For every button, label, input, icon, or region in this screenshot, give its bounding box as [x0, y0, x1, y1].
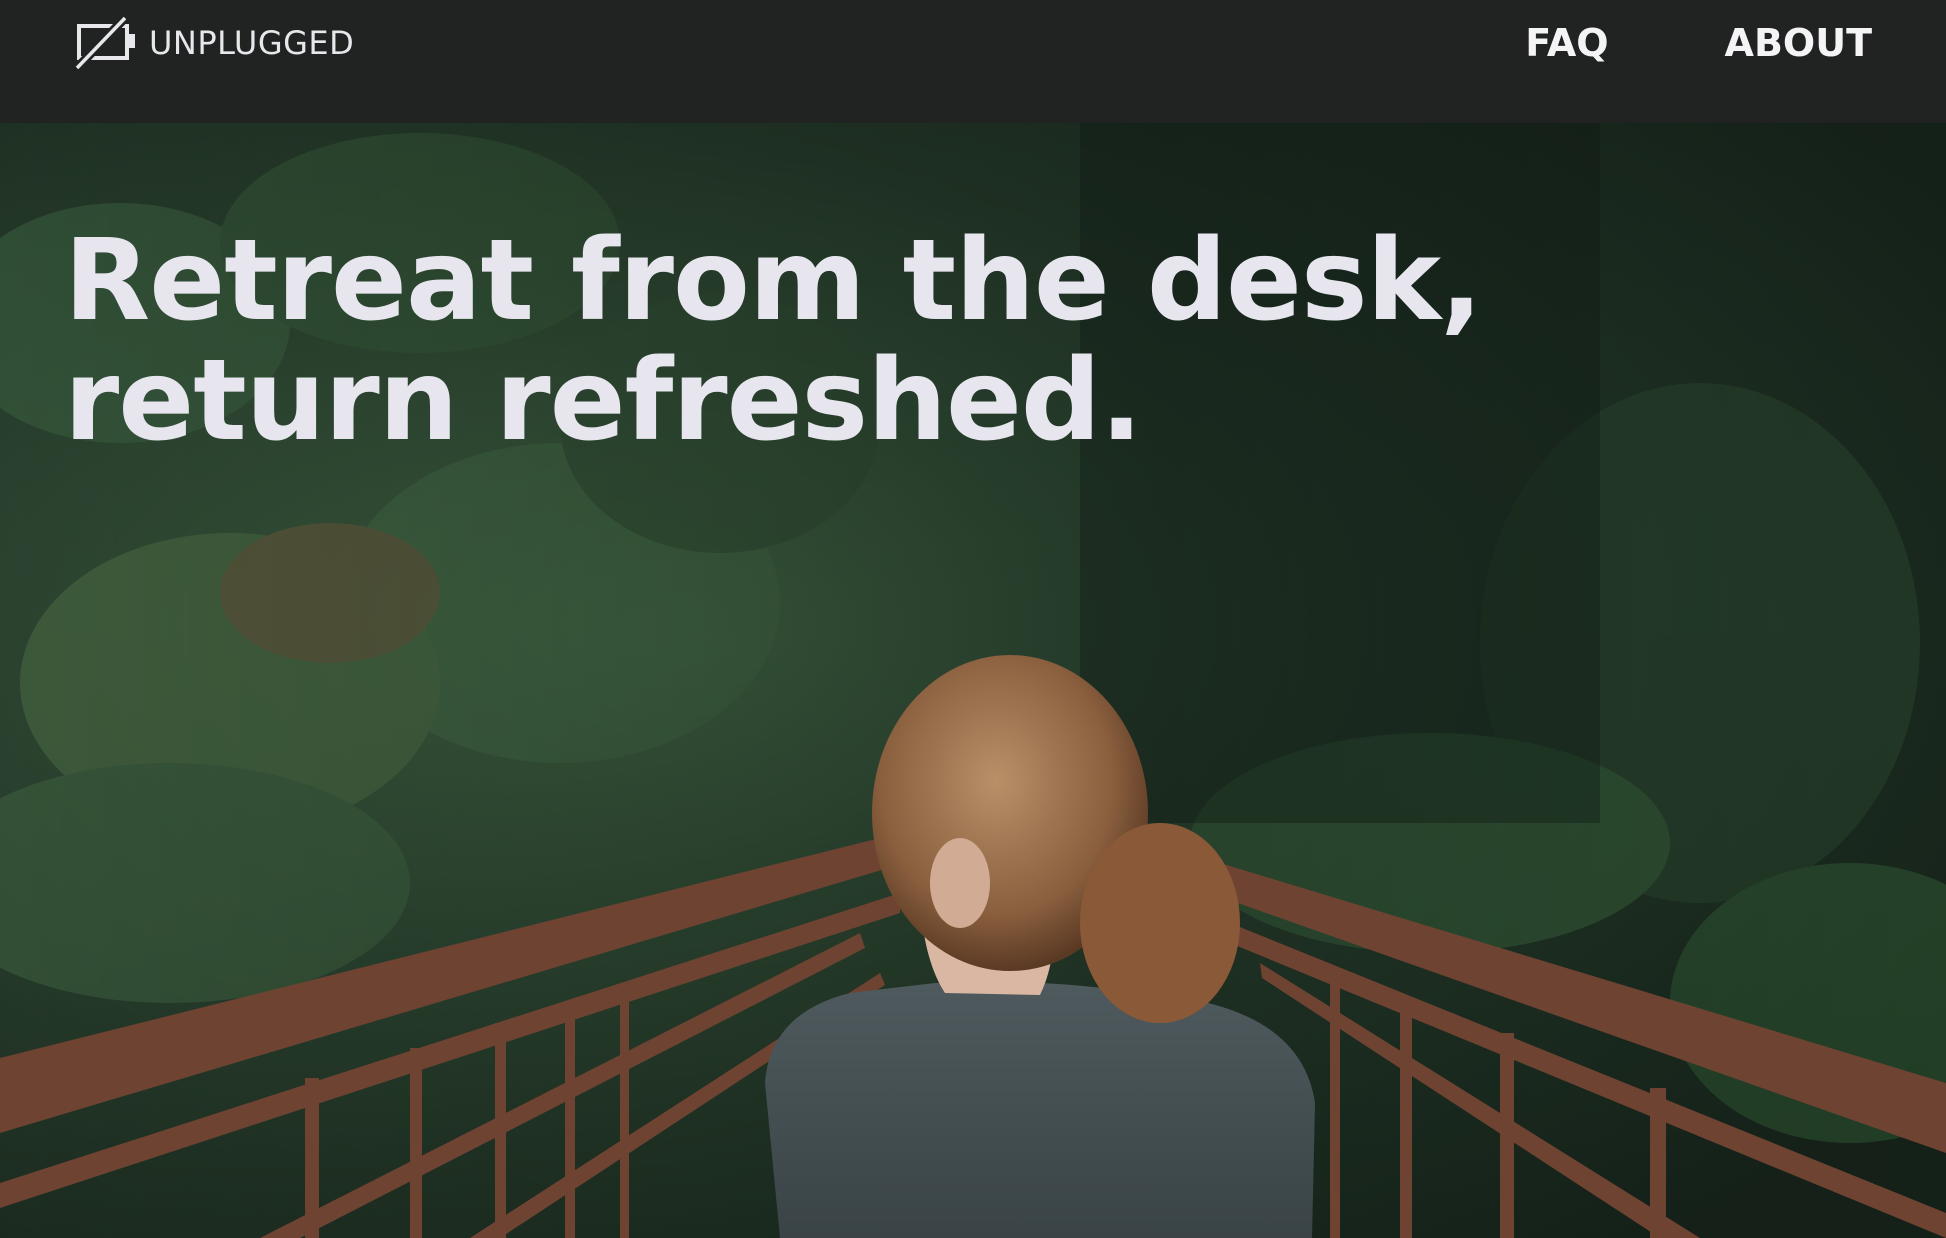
logo-link[interactable]: UNPLUGGED [73, 16, 354, 70]
main-nav: FAQ ABOUT [1525, 18, 1872, 68]
logo-text: UNPLUGGED [149, 24, 355, 62]
hero-headline: Retreat from the desk, return refreshed. [64, 216, 1483, 466]
hero-headline-line2: return refreshed. [64, 336, 1143, 466]
nav-about-link[interactable]: ABOUT [1725, 21, 1872, 65]
top-navbar: UNPLUGGED FAQ ABOUT [0, 0, 1946, 123]
hero-headline-line1: Retreat from the desk, [64, 216, 1483, 346]
unplugged-screen-icon [73, 16, 135, 70]
nav-faq-link[interactable]: FAQ [1525, 21, 1608, 65]
hero-section: Retreat from the desk, return refreshed. [0, 123, 1946, 1238]
